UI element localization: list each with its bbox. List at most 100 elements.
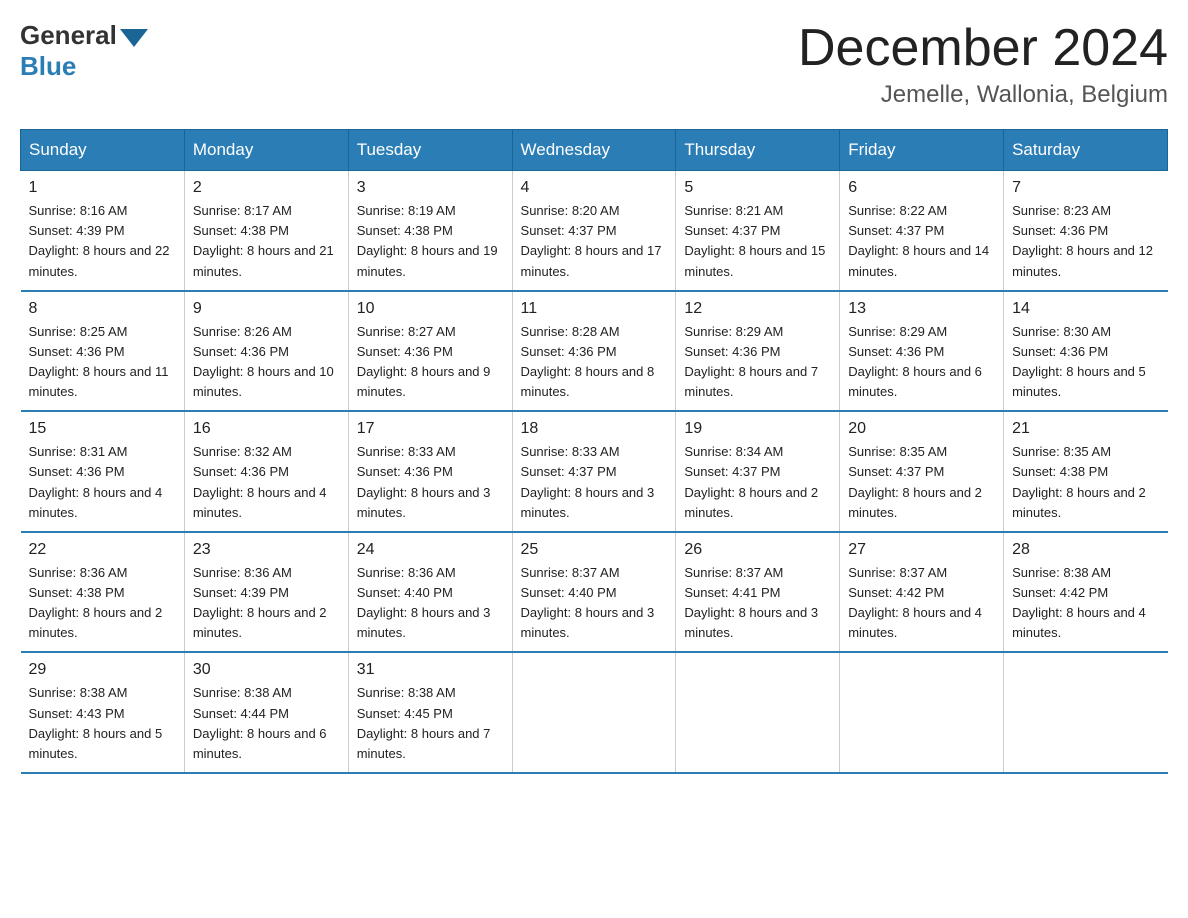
calendar-cell: 13 Sunrise: 8:29 AM Sunset: 4:36 PM Dayl… xyxy=(840,291,1004,412)
calendar-cell: 3 Sunrise: 8:19 AM Sunset: 4:38 PM Dayli… xyxy=(348,171,512,291)
day-info: Sunrise: 8:36 AM Sunset: 4:38 PM Dayligh… xyxy=(29,563,176,644)
day-number: 11 xyxy=(521,300,668,318)
day-info: Sunrise: 8:23 AM Sunset: 4:36 PM Dayligh… xyxy=(1012,201,1159,282)
day-number: 21 xyxy=(1012,420,1159,438)
calendar-cell: 8 Sunrise: 8:25 AM Sunset: 4:36 PM Dayli… xyxy=(21,291,185,412)
day-number: 18 xyxy=(521,420,668,438)
day-info: Sunrise: 8:27 AM Sunset: 4:36 PM Dayligh… xyxy=(357,322,504,403)
day-info: Sunrise: 8:19 AM Sunset: 4:38 PM Dayligh… xyxy=(357,201,504,282)
day-number: 4 xyxy=(521,179,668,197)
calendar-cell: 27 Sunrise: 8:37 AM Sunset: 4:42 PM Dayl… xyxy=(840,532,1004,653)
header-saturday: Saturday xyxy=(1004,130,1168,171)
day-info: Sunrise: 8:36 AM Sunset: 4:40 PM Dayligh… xyxy=(357,563,504,644)
header-friday: Friday xyxy=(840,130,1004,171)
day-info: Sunrise: 8:35 AM Sunset: 4:37 PM Dayligh… xyxy=(848,442,995,523)
day-number: 5 xyxy=(684,179,831,197)
day-number: 13 xyxy=(848,300,995,318)
calendar-cell: 25 Sunrise: 8:37 AM Sunset: 4:40 PM Dayl… xyxy=(512,532,676,653)
day-info: Sunrise: 8:17 AM Sunset: 4:38 PM Dayligh… xyxy=(193,201,340,282)
day-info: Sunrise: 8:38 AM Sunset: 4:42 PM Dayligh… xyxy=(1012,563,1159,644)
calendar-cell: 20 Sunrise: 8:35 AM Sunset: 4:37 PM Dayl… xyxy=(840,411,1004,532)
day-number: 1 xyxy=(29,179,176,197)
header-wednesday: Wednesday xyxy=(512,130,676,171)
day-info: Sunrise: 8:38 AM Sunset: 4:44 PM Dayligh… xyxy=(193,683,340,764)
day-number: 25 xyxy=(521,541,668,559)
day-info: Sunrise: 8:33 AM Sunset: 4:37 PM Dayligh… xyxy=(521,442,668,523)
calendar-week-2: 8 Sunrise: 8:25 AM Sunset: 4:36 PM Dayli… xyxy=(21,291,1168,412)
header-row: Sunday Monday Tuesday Wednesday Thursday… xyxy=(21,130,1168,171)
calendar-body: 1 Sunrise: 8:16 AM Sunset: 4:39 PM Dayli… xyxy=(21,171,1168,773)
day-number: 12 xyxy=(684,300,831,318)
day-info: Sunrise: 8:28 AM Sunset: 4:36 PM Dayligh… xyxy=(521,322,668,403)
calendar-cell: 14 Sunrise: 8:30 AM Sunset: 4:36 PM Dayl… xyxy=(1004,291,1168,412)
day-info: Sunrise: 8:32 AM Sunset: 4:36 PM Dayligh… xyxy=(193,442,340,523)
calendar-cell: 26 Sunrise: 8:37 AM Sunset: 4:41 PM Dayl… xyxy=(676,532,840,653)
calendar-cell: 10 Sunrise: 8:27 AM Sunset: 4:36 PM Dayl… xyxy=(348,291,512,412)
calendar-cell: 19 Sunrise: 8:34 AM Sunset: 4:37 PM Dayl… xyxy=(676,411,840,532)
day-info: Sunrise: 8:33 AM Sunset: 4:36 PM Dayligh… xyxy=(357,442,504,523)
logo-general-label: General xyxy=(20,20,117,51)
day-number: 6 xyxy=(848,179,995,197)
calendar-cell: 24 Sunrise: 8:36 AM Sunset: 4:40 PM Dayl… xyxy=(348,532,512,653)
calendar-cell xyxy=(840,652,1004,773)
day-number: 17 xyxy=(357,420,504,438)
day-number: 15 xyxy=(29,420,176,438)
day-info: Sunrise: 8:16 AM Sunset: 4:39 PM Dayligh… xyxy=(29,201,176,282)
calendar-cell: 29 Sunrise: 8:38 AM Sunset: 4:43 PM Dayl… xyxy=(21,652,185,773)
day-number: 27 xyxy=(848,541,995,559)
calendar-cell xyxy=(676,652,840,773)
calendar-cell: 9 Sunrise: 8:26 AM Sunset: 4:36 PM Dayli… xyxy=(184,291,348,412)
calendar-week-1: 1 Sunrise: 8:16 AM Sunset: 4:39 PM Dayli… xyxy=(21,171,1168,291)
day-info: Sunrise: 8:38 AM Sunset: 4:43 PM Dayligh… xyxy=(29,683,176,764)
title-block: December 2024 Jemelle, Wallonia, Belgium xyxy=(798,20,1168,109)
day-info: Sunrise: 8:37 AM Sunset: 4:40 PM Dayligh… xyxy=(521,563,668,644)
header-thursday: Thursday xyxy=(676,130,840,171)
day-info: Sunrise: 8:29 AM Sunset: 4:36 PM Dayligh… xyxy=(684,322,831,403)
calendar-cell: 31 Sunrise: 8:38 AM Sunset: 4:45 PM Dayl… xyxy=(348,652,512,773)
logo-general-text: General xyxy=(20,20,148,51)
calendar-cell: 28 Sunrise: 8:38 AM Sunset: 4:42 PM Dayl… xyxy=(1004,532,1168,653)
day-number: 14 xyxy=(1012,300,1159,318)
calendar-cell: 12 Sunrise: 8:29 AM Sunset: 4:36 PM Dayl… xyxy=(676,291,840,412)
calendar-cell xyxy=(512,652,676,773)
calendar-table: Sunday Monday Tuesday Wednesday Thursday… xyxy=(20,129,1168,774)
calendar-cell: 1 Sunrise: 8:16 AM Sunset: 4:39 PM Dayli… xyxy=(21,171,185,291)
calendar-cell: 17 Sunrise: 8:33 AM Sunset: 4:36 PM Dayl… xyxy=(348,411,512,532)
day-number: 16 xyxy=(193,420,340,438)
calendar-cell: 22 Sunrise: 8:36 AM Sunset: 4:38 PM Dayl… xyxy=(21,532,185,653)
day-number: 19 xyxy=(684,420,831,438)
calendar-week-5: 29 Sunrise: 8:38 AM Sunset: 4:43 PM Dayl… xyxy=(21,652,1168,773)
day-number: 2 xyxy=(193,179,340,197)
calendar-cell: 23 Sunrise: 8:36 AM Sunset: 4:39 PM Dayl… xyxy=(184,532,348,653)
calendar-cell: 2 Sunrise: 8:17 AM Sunset: 4:38 PM Dayli… xyxy=(184,171,348,291)
day-info: Sunrise: 8:35 AM Sunset: 4:38 PM Dayligh… xyxy=(1012,442,1159,523)
logo: General Blue xyxy=(20,20,148,82)
day-info: Sunrise: 8:31 AM Sunset: 4:36 PM Dayligh… xyxy=(29,442,176,523)
day-info: Sunrise: 8:36 AM Sunset: 4:39 PM Dayligh… xyxy=(193,563,340,644)
month-title: December 2024 xyxy=(798,20,1168,77)
day-number: 24 xyxy=(357,541,504,559)
calendar-cell: 15 Sunrise: 8:31 AM Sunset: 4:36 PM Dayl… xyxy=(21,411,185,532)
calendar-week-3: 15 Sunrise: 8:31 AM Sunset: 4:36 PM Dayl… xyxy=(21,411,1168,532)
calendar-cell: 6 Sunrise: 8:22 AM Sunset: 4:37 PM Dayli… xyxy=(840,171,1004,291)
page-header: General Blue December 2024 Jemelle, Wall… xyxy=(20,20,1168,109)
calendar-cell: 30 Sunrise: 8:38 AM Sunset: 4:44 PM Dayl… xyxy=(184,652,348,773)
day-number: 20 xyxy=(848,420,995,438)
day-number: 28 xyxy=(1012,541,1159,559)
logo-arrow-icon xyxy=(120,29,148,47)
day-number: 7 xyxy=(1012,179,1159,197)
day-number: 23 xyxy=(193,541,340,559)
day-number: 3 xyxy=(357,179,504,197)
logo-blue-text: Blue xyxy=(20,51,76,82)
day-info: Sunrise: 8:29 AM Sunset: 4:36 PM Dayligh… xyxy=(848,322,995,403)
day-number: 29 xyxy=(29,661,176,679)
day-number: 31 xyxy=(357,661,504,679)
day-info: Sunrise: 8:30 AM Sunset: 4:36 PM Dayligh… xyxy=(1012,322,1159,403)
location-title: Jemelle, Wallonia, Belgium xyxy=(798,81,1168,109)
day-info: Sunrise: 8:25 AM Sunset: 4:36 PM Dayligh… xyxy=(29,322,176,403)
calendar-header: Sunday Monday Tuesday Wednesday Thursday… xyxy=(21,130,1168,171)
day-info: Sunrise: 8:37 AM Sunset: 4:41 PM Dayligh… xyxy=(684,563,831,644)
header-sunday: Sunday xyxy=(21,130,185,171)
day-info: Sunrise: 8:34 AM Sunset: 4:37 PM Dayligh… xyxy=(684,442,831,523)
calendar-cell xyxy=(1004,652,1168,773)
